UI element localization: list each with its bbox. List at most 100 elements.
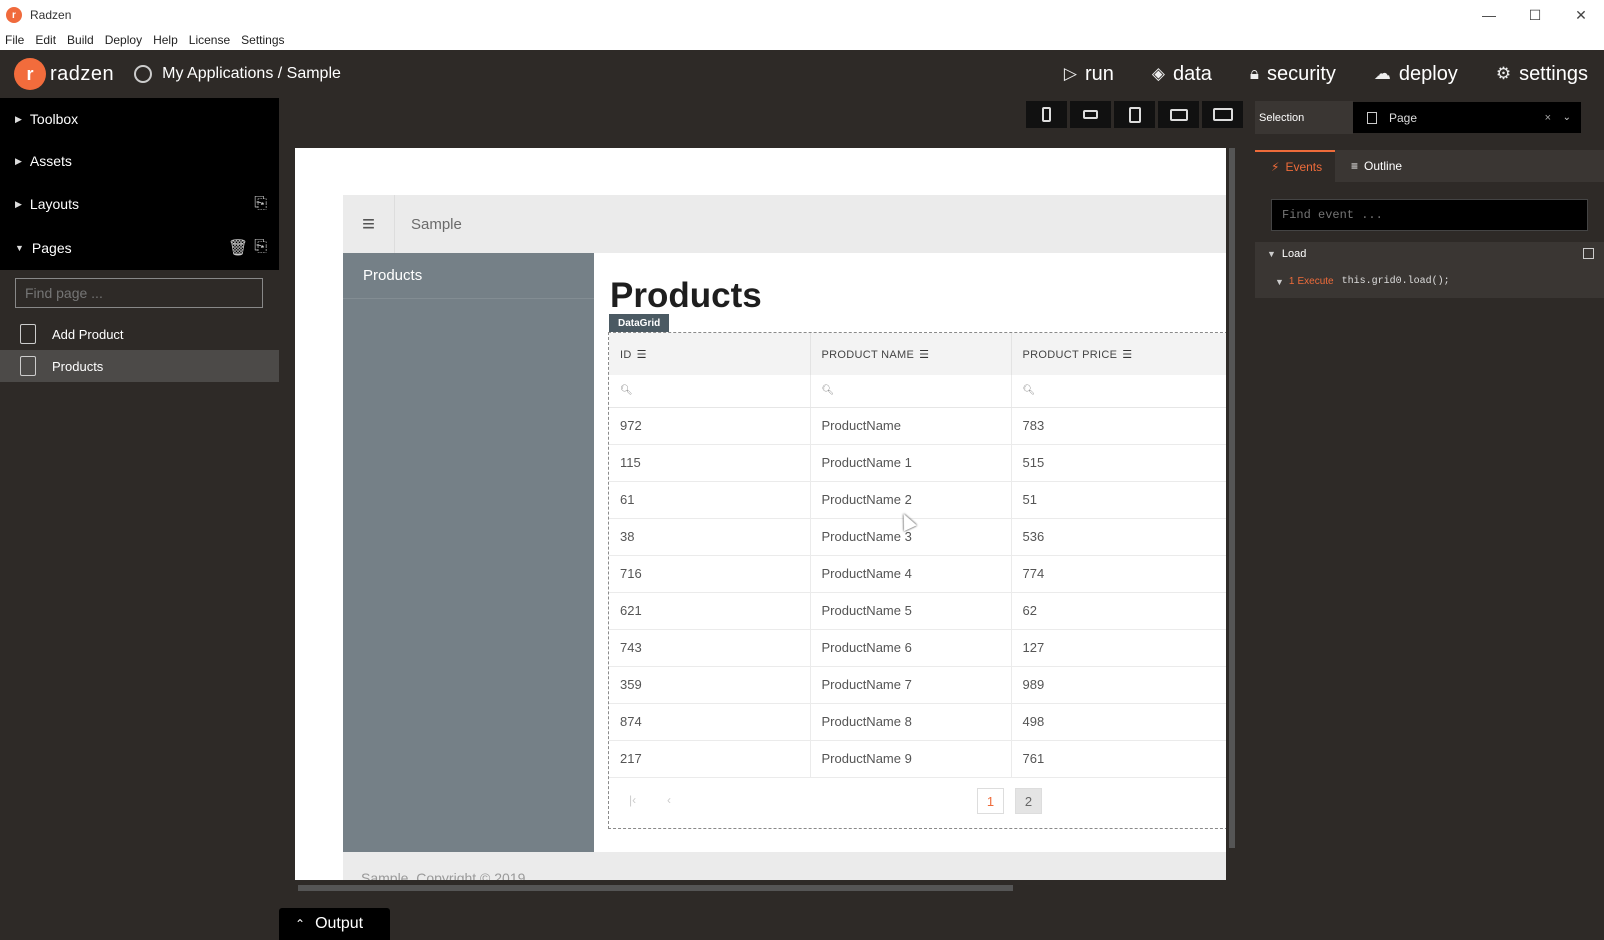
selection-dropdown[interactable]: Page × ⌄ — [1353, 102, 1581, 133]
expand-down-icon: ▼ — [15, 243, 24, 253]
page-item-label: Products — [52, 358, 104, 374]
run-button[interactable]: ▷ run — [1064, 63, 1114, 86]
menu-help[interactable]: Help — [153, 33, 178, 47]
sort-icon[interactable]: ☰ — [637, 348, 647, 361]
page-heading[interactable]: Products — [610, 276, 762, 316]
find-page-input[interactable] — [15, 278, 263, 308]
delete-page-icon[interactable]: 🗑︎ — [228, 238, 248, 258]
section-layouts[interactable]: ▶ Layouts ⎘ — [0, 182, 279, 226]
menu-settings[interactable]: Settings — [241, 33, 284, 47]
canvas-horizontal-scrollbar[interactable] — [298, 885, 1013, 891]
new-layout-icon[interactable]: ⎘ — [254, 195, 267, 213]
output-panel-toggle[interactable]: ⌃ Output — [279, 908, 390, 940]
table-cell: 989 — [1011, 666, 1226, 704]
tablet-landscape-button[interactable] — [1158, 101, 1199, 128]
new-page-icon[interactable]: ⎘ — [254, 238, 267, 258]
design-canvas[interactable]: ≡ Sample Products Sample, Copyright © 20… — [295, 148, 1226, 880]
clear-selection-icon[interactable]: × — [1545, 112, 1551, 124]
page-button-1[interactable]: 1 — [977, 788, 1004, 814]
tab-outline[interactable]: ≡ Outline — [1335, 150, 1418, 182]
prev-page-icon[interactable]: ‹ — [667, 793, 671, 807]
page-icon — [20, 324, 36, 344]
table-cell: 498 — [1011, 703, 1226, 741]
action-type: Execute — [1297, 276, 1334, 287]
section-pages[interactable]: ▼ Pages 🗑︎ ⎘ — [0, 226, 279, 270]
security-button[interactable]: 🔒︎ security — [1250, 63, 1336, 86]
action-index: 1 — [1288, 276, 1295, 287]
column-header-id[interactable]: ID ☰ — [609, 333, 811, 375]
dashboard-icon — [134, 65, 153, 83]
table-cell: 536 — [1011, 518, 1226, 556]
phone-portrait-button[interactable] — [1026, 101, 1067, 128]
edit-event-icon[interactable] — [1583, 248, 1594, 259]
table-row[interactable]: 217 ProductName 9 761 — [609, 740, 1226, 778]
section-assets[interactable]: ▶ Assets — [0, 140, 279, 182]
table-row[interactable]: 972 ProductName 783 — [609, 407, 1226, 445]
app-sidebar[interactable]: Products — [343, 253, 594, 852]
menu-license[interactable]: License — [189, 33, 230, 47]
table-cell: ProductName 6 — [810, 629, 1012, 667]
app-header[interactable]: ≡ Sample — [343, 195, 1226, 253]
menu-file[interactable]: File — [5, 33, 24, 47]
datagrid-table: ID ☰ PRODUCT NAME ☰ PRODUCT PRICE ☰ 🔍︎ 🔍︎ 🔍… — [609, 333, 1226, 778]
breadcrumb[interactable]: My Applications / Sample — [134, 65, 341, 83]
phone-landscape-button[interactable] — [1070, 101, 1111, 128]
event-action-item[interactable]: ▼ 1 Execute this.grid0.load(); — [1275, 276, 1450, 287]
page-item-add-product[interactable]: Add Product — [0, 318, 279, 350]
table-row[interactable]: 716 ProductName 4 774 — [609, 555, 1226, 593]
menu-build[interactable]: Build — [67, 33, 94, 47]
data-button[interactable]: ◈ data — [1152, 63, 1212, 86]
filter-product-name[interactable]: 🔍︎ — [810, 375, 1012, 408]
column-header-product-price[interactable]: PRODUCT PRICE ☰ — [1011, 333, 1226, 375]
table-cell: 359 — [609, 666, 811, 704]
tablet-portrait-button[interactable] — [1114, 101, 1155, 128]
table-row[interactable]: 115 ProductName 1 515 — [609, 444, 1226, 482]
sort-icon[interactable]: ☰ — [1122, 348, 1132, 361]
first-page-icon[interactable]: |‹ — [629, 793, 636, 807]
table-row[interactable]: 359 ProductName 7 989 — [609, 666, 1226, 704]
app-sidebar-item-products[interactable]: Products — [343, 253, 594, 299]
outline-icon: ≡ — [1351, 159, 1359, 173]
minimize-button[interactable]: — — [1466, 0, 1512, 30]
expand-right-icon: ▶ — [15, 198, 22, 209]
section-toolbox[interactable]: ▶ Toolbox — [0, 98, 279, 140]
page-button-2[interactable]: 2 — [1015, 788, 1042, 814]
settings-button[interactable]: ⚙ settings — [1496, 63, 1588, 86]
page-item-products[interactable]: Products — [0, 350, 279, 382]
deploy-button[interactable]: ☁ deploy — [1374, 63, 1458, 86]
products-datagrid[interactable]: ID ☰ PRODUCT NAME ☰ PRODUCT PRICE ☰ 🔍︎ 🔍︎ 🔍… — [608, 332, 1226, 829]
tab-events-label: Events — [1285, 160, 1323, 174]
table-row[interactable]: 38 ProductName 3 536 — [609, 518, 1226, 556]
desktop-icon — [1212, 108, 1233, 121]
filter-product-price[interactable]: 🔍︎ — [1011, 375, 1226, 408]
table-cell: 61 — [609, 481, 811, 519]
component-tag: DataGrid — [609, 314, 670, 332]
table-row[interactable]: 874 ProductName 8 498 — [609, 703, 1226, 741]
hamburger-menu-icon[interactable]: ≡ — [343, 195, 395, 253]
menu-edit[interactable]: Edit — [35, 33, 56, 47]
page-icon — [20, 356, 36, 376]
sort-icon[interactable]: ☰ — [919, 348, 929, 361]
table-cell: 115 — [609, 444, 811, 482]
event-load-header[interactable]: ▼ Load — [1267, 248, 1306, 260]
find-event-input[interactable] — [1271, 199, 1588, 231]
table-cell: ProductName 1 — [810, 444, 1012, 482]
tab-events[interactable]: ⚡︎ Events — [1255, 150, 1335, 182]
table-row[interactable]: 61 ProductName 2 51 — [609, 481, 1226, 519]
maximize-button[interactable]: ☐ — [1512, 0, 1558, 30]
close-button[interactable]: ✕ — [1558, 0, 1604, 30]
column-header-product-name[interactable]: PRODUCT NAME ☰ — [810, 333, 1012, 375]
column-header-label: ID — [620, 348, 632, 361]
menu-deploy[interactable]: Deploy — [105, 33, 142, 47]
cloud-upload-icon: ☁ — [1373, 64, 1391, 83]
search-icon: 🔍︎ — [1022, 385, 1036, 397]
canvas-vertical-scrollbar[interactable] — [1229, 148, 1235, 848]
table-row[interactable]: 621 ProductName 5 62 — [609, 592, 1226, 630]
chevron-down-icon[interactable]: ⌄ — [1563, 112, 1571, 123]
phone-portrait-icon — [1042, 107, 1051, 122]
selection-label: Selection — [1255, 101, 1353, 134]
radzen-logo[interactable]: r radzen — [14, 58, 114, 90]
desktop-button[interactable] — [1202, 101, 1243, 128]
table-row[interactable]: 743 ProductName 6 127 — [609, 629, 1226, 667]
filter-id[interactable]: 🔍︎ — [609, 375, 811, 408]
